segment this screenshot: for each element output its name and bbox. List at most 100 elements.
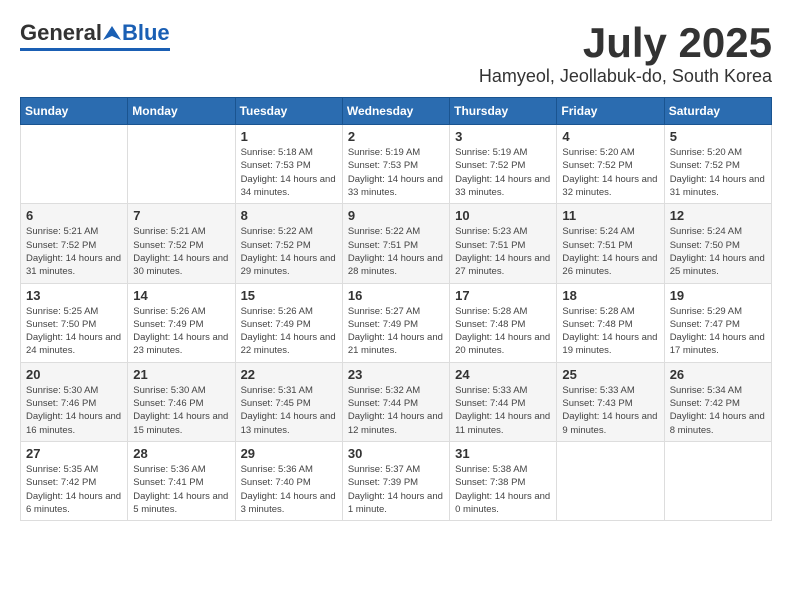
day-info: Sunrise: 5:18 AM Sunset: 7:53 PM Dayligh… [241,146,337,199]
day-info: Sunrise: 5:21 AM Sunset: 7:52 PM Dayligh… [133,225,229,278]
day-number: 8 [241,208,337,223]
calendar-cell: 8 Sunrise: 5:22 AM Sunset: 7:52 PM Daylig… [235,204,342,283]
day-number: 16 [348,288,444,303]
day-info: Sunrise: 5:27 AM Sunset: 7:49 PM Dayligh… [348,305,444,358]
day-number: 26 [670,367,766,382]
calendar-cell: 11 Sunrise: 5:24 AM Sunset: 7:51 PM Dayli… [557,204,664,283]
day-info: Sunrise: 5:37 AM Sunset: 7:39 PM Dayligh… [348,463,444,516]
day-info: Sunrise: 5:24 AM Sunset: 7:50 PM Dayligh… [670,225,766,278]
day-info: Sunrise: 5:36 AM Sunset: 7:40 PM Dayligh… [241,463,337,516]
logo-general-text: General [20,20,102,46]
week-row-3: 13Sunrise: 5:25 AM Sunset: 7:50 PM Dayli… [21,283,772,362]
calendar-cell: 17Sunrise: 5:28 AM Sunset: 7:48 PM Dayli… [450,283,557,362]
calendar-cell: 10Sunrise: 5:23 AM Sunset: 7:51 PM Dayli… [450,204,557,283]
day-info: Sunrise: 5:28 AM Sunset: 7:48 PM Dayligh… [562,305,658,358]
calendar-cell: 6 Sunrise: 5:21 AM Sunset: 7:52 PM Daylig… [21,204,128,283]
day-info: Sunrise: 5:26 AM Sunset: 7:49 PM Dayligh… [241,305,337,358]
day-number: 30 [348,446,444,461]
weekday-header-tuesday: Tuesday [235,98,342,125]
day-number: 22 [241,367,337,382]
weekday-header-sunday: Sunday [21,98,128,125]
day-number: 17 [455,288,551,303]
week-row-4: 20Sunrise: 5:30 AM Sunset: 7:46 PM Dayli… [21,362,772,441]
day-info: Sunrise: 5:20 AM Sunset: 7:52 PM Dayligh… [562,146,658,199]
calendar-cell: 7 Sunrise: 5:21 AM Sunset: 7:52 PM Daylig… [128,204,235,283]
day-number: 5 [670,129,766,144]
calendar-cell: 28Sunrise: 5:36 AM Sunset: 7:41 PM Dayli… [128,441,235,520]
calendar-cell [557,441,664,520]
weekday-header-row: SundayMondayTuesdayWednesdayThursdayFrid… [21,98,772,125]
day-number: 4 [562,129,658,144]
day-info: Sunrise: 5:33 AM Sunset: 7:44 PM Dayligh… [455,384,551,437]
weekday-header-wednesday: Wednesday [342,98,449,125]
weekday-header-saturday: Saturday [664,98,771,125]
calendar-cell: 15 Sunrise: 5:26 AM Sunset: 7:49 PM Dayli… [235,283,342,362]
day-number: 1 [241,129,337,144]
logo: General Blue [20,20,170,51]
calendar-cell: 4 Sunrise: 5:20 AM Sunset: 7:52 PM Daylig… [557,125,664,204]
calendar-cell: 18Sunrise: 5:28 AM Sunset: 7:48 PM Dayli… [557,283,664,362]
calendar-cell: 20Sunrise: 5:30 AM Sunset: 7:46 PM Dayli… [21,362,128,441]
day-number: 24 [455,367,551,382]
day-info: Sunrise: 5:22 AM Sunset: 7:51 PM Dayligh… [348,225,444,278]
day-number: 27 [26,446,122,461]
calendar-cell [664,441,771,520]
day-number: 28 [133,446,229,461]
weekday-header-monday: Monday [128,98,235,125]
location-title: Hamyeol, Jeollabuk-do, South Korea [479,66,772,87]
day-number: 2 [348,129,444,144]
calendar-cell: 24 Sunrise: 5:33 AM Sunset: 7:44 PM Dayli… [450,362,557,441]
day-number: 10 [455,208,551,223]
weekday-header-thursday: Thursday [450,98,557,125]
logo-bird-icon [103,24,121,42]
calendar-cell: 2 Sunrise: 5:19 AM Sunset: 7:53 PM Daylig… [342,125,449,204]
calendar-cell: 14 Sunrise: 5:26 AM Sunset: 7:49 PM Dayli… [128,283,235,362]
day-number: 6 [26,208,122,223]
day-number: 19 [670,288,766,303]
month-title: July 2025 [479,20,772,66]
day-number: 9 [348,208,444,223]
calendar-cell: 25Sunrise: 5:33 AM Sunset: 7:43 PM Dayli… [557,362,664,441]
day-info: Sunrise: 5:21 AM Sunset: 7:52 PM Dayligh… [26,225,122,278]
day-info: Sunrise: 5:22 AM Sunset: 7:52 PM Dayligh… [241,225,337,278]
calendar-cell: 1 Sunrise: 5:18 AM Sunset: 7:53 PM Daylig… [235,125,342,204]
calendar-cell: 23Sunrise: 5:32 AM Sunset: 7:44 PM Dayli… [342,362,449,441]
day-info: Sunrise: 5:29 AM Sunset: 7:47 PM Dayligh… [670,305,766,358]
calendar-cell: 9 Sunrise: 5:22 AM Sunset: 7:51 PM Daylig… [342,204,449,283]
day-info: Sunrise: 5:19 AM Sunset: 7:53 PM Dayligh… [348,146,444,199]
calendar-table: SundayMondayTuesdayWednesdayThursdayFrid… [20,97,772,521]
calendar-cell: 21Sunrise: 5:30 AM Sunset: 7:46 PM Dayli… [128,362,235,441]
logo-blue-text: Blue [122,20,170,46]
calendar-cell: 27 Sunrise: 5:35 AM Sunset: 7:42 PM Dayli… [21,441,128,520]
day-number: 3 [455,129,551,144]
day-number: 12 [670,208,766,223]
day-info: Sunrise: 5:26 AM Sunset: 7:49 PM Dayligh… [133,305,229,358]
day-info: Sunrise: 5:31 AM Sunset: 7:45 PM Dayligh… [241,384,337,437]
calendar-cell: 3Sunrise: 5:19 AM Sunset: 7:52 PM Daylig… [450,125,557,204]
week-row-2: 6 Sunrise: 5:21 AM Sunset: 7:52 PM Daylig… [21,204,772,283]
weekday-header-friday: Friday [557,98,664,125]
calendar-cell: 16 Sunrise: 5:27 AM Sunset: 7:49 PM Dayli… [342,283,449,362]
day-info: Sunrise: 5:24 AM Sunset: 7:51 PM Dayligh… [562,225,658,278]
calendar-cell: 22 Sunrise: 5:31 AM Sunset: 7:45 PM Dayli… [235,362,342,441]
day-number: 13 [26,288,122,303]
day-info: Sunrise: 5:20 AM Sunset: 7:52 PM Dayligh… [670,146,766,199]
day-info: Sunrise: 5:32 AM Sunset: 7:44 PM Dayligh… [348,384,444,437]
day-number: 31 [455,446,551,461]
day-info: Sunrise: 5:33 AM Sunset: 7:43 PM Dayligh… [562,384,658,437]
day-info: Sunrise: 5:30 AM Sunset: 7:46 PM Dayligh… [26,384,122,437]
day-info: Sunrise: 5:34 AM Sunset: 7:42 PM Dayligh… [670,384,766,437]
calendar-cell: 30 Sunrise: 5:37 AM Sunset: 7:39 PM Dayli… [342,441,449,520]
day-number: 29 [241,446,337,461]
day-number: 15 [241,288,337,303]
calendar-cell: 13Sunrise: 5:25 AM Sunset: 7:50 PM Dayli… [21,283,128,362]
calendar-cell: 26 Sunrise: 5:34 AM Sunset: 7:42 PM Dayli… [664,362,771,441]
logo-underline [20,48,170,51]
calendar-cell: 12 Sunrise: 5:24 AM Sunset: 7:50 PM Dayli… [664,204,771,283]
day-info: Sunrise: 5:30 AM Sunset: 7:46 PM Dayligh… [133,384,229,437]
day-info: Sunrise: 5:35 AM Sunset: 7:42 PM Dayligh… [26,463,122,516]
day-number: 7 [133,208,229,223]
day-number: 11 [562,208,658,223]
week-row-1: 1 Sunrise: 5:18 AM Sunset: 7:53 PM Daylig… [21,125,772,204]
day-number: 14 [133,288,229,303]
